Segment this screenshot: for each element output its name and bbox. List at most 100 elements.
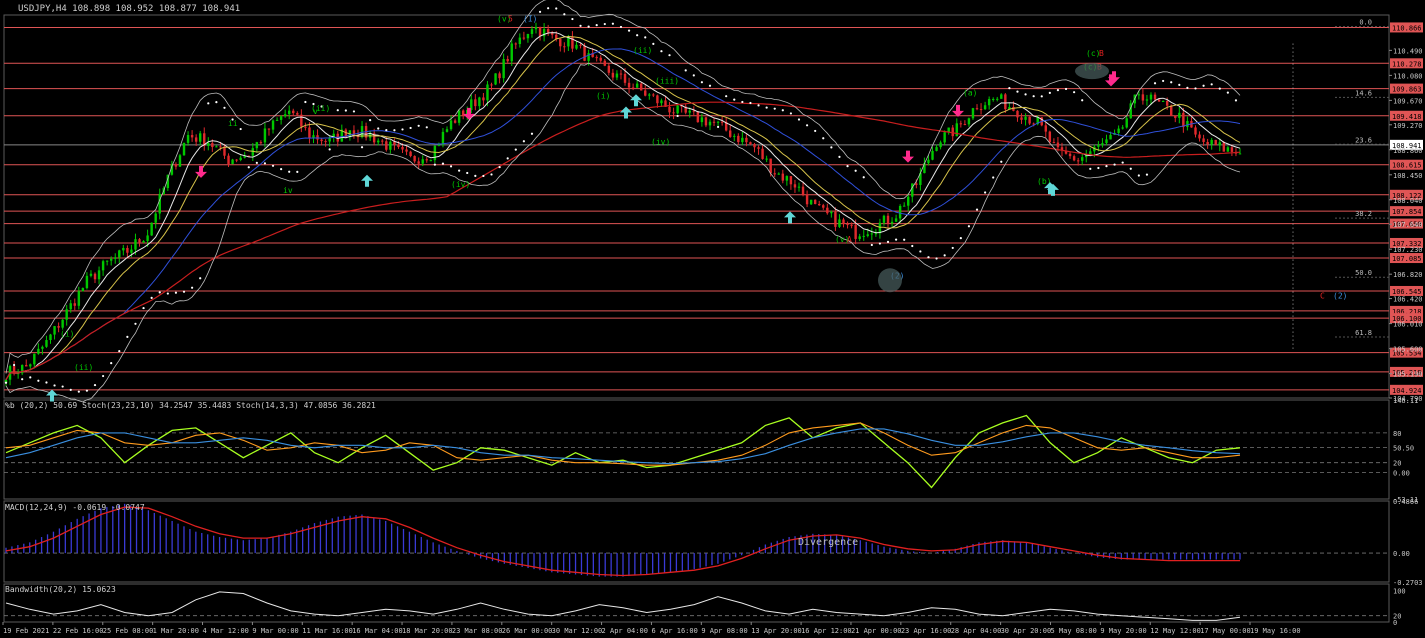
x-axis-label: 19 Feb 2021 (3, 627, 49, 635)
psar-dot (255, 161, 258, 164)
candle-body (712, 121, 716, 123)
candle-body (1218, 142, 1221, 146)
macd-title: MACD(12,24,9) -0.0619 -0.0747 (5, 503, 145, 512)
psar-dot (692, 74, 695, 77)
macd-axis-tick-label: -0.2703 (1393, 579, 1423, 587)
candle-body (733, 135, 736, 137)
candle-body (797, 186, 801, 188)
psar-dot (822, 137, 825, 140)
candle-body (886, 215, 890, 224)
candle-body (1048, 131, 1052, 143)
candle-body (474, 99, 477, 107)
candle-body (154, 213, 157, 223)
psar-dot (644, 36, 647, 39)
psar-dot (369, 119, 372, 122)
psar-dot (627, 29, 631, 32)
psar-dot (870, 243, 873, 247)
candle-body (296, 113, 299, 115)
psar-dot (466, 171, 469, 175)
candle-body (33, 353, 36, 365)
candle-body (862, 235, 865, 237)
candle-body (983, 105, 987, 110)
candle-body (25, 365, 28, 367)
stoch-axis-tick-label: 80 (1393, 430, 1401, 438)
candle-body (607, 65, 611, 73)
candle-body (425, 159, 428, 161)
psar-dot (878, 242, 882, 245)
wave-label: (iv) (451, 180, 470, 189)
candle-body (1170, 105, 1173, 116)
candle-body (1210, 139, 1213, 145)
psar-dot (563, 13, 566, 16)
psar-dot (1081, 99, 1084, 102)
candle-body (1097, 145, 1100, 147)
psar-dot (29, 376, 32, 379)
psar-dot (85, 389, 89, 392)
candle-body (518, 37, 522, 45)
psar-dot (207, 102, 210, 105)
price-axis-tick-label: 110.080 (1393, 72, 1423, 80)
psar-dot (417, 124, 420, 127)
candle-body (12, 366, 16, 374)
candle-body (1145, 99, 1149, 101)
psar-dot (636, 34, 639, 37)
candle-body (834, 211, 837, 227)
candle-body (211, 143, 214, 147)
macd-axis-tick-label: 0.4866 (1393, 498, 1418, 506)
price-axis-tick-label: 107.640 (1393, 221, 1423, 229)
candle-body (951, 127, 954, 137)
psar-dot (1056, 89, 1060, 92)
psar-dot (377, 127, 380, 130)
psar-dot (150, 296, 153, 299)
psar-dot (118, 349, 121, 353)
psar-dot (579, 24, 582, 27)
psar-dot (239, 127, 242, 131)
psar-dot (482, 174, 485, 178)
macd-axis-tick-label: 0.00 (1393, 550, 1410, 558)
candle-body (595, 57, 598, 59)
x-axis-label: 18 Mar 20:00 (402, 627, 453, 635)
candle-body (644, 90, 647, 96)
candle-body (793, 184, 797, 188)
candle-body (745, 137, 748, 143)
psar-dot (328, 148, 331, 151)
stoch-axis-tick-label: 20 (1393, 460, 1401, 468)
price-axis-tick-label: 108.450 (1393, 172, 1423, 180)
x-axis-label: 11 Mar 16:00 (302, 627, 353, 635)
candle-body (279, 116, 283, 120)
candle-body (429, 160, 433, 162)
candle-body (498, 73, 501, 79)
candle-body (101, 261, 105, 271)
price-axis-tick-label: 109.270 (1393, 122, 1423, 130)
x-axis-label: 22 Feb 16:00 (53, 627, 104, 635)
psar-dot (911, 244, 914, 248)
candle-body (41, 346, 44, 349)
wave-label: B (1099, 49, 1104, 58)
psar-dot (1210, 83, 1213, 86)
candle-body (49, 334, 52, 341)
candle-body (967, 118, 971, 125)
candle-body (526, 33, 530, 39)
candle-body (77, 291, 81, 306)
candle-body (546, 29, 550, 33)
fib-level-label: 0.0 (1359, 19, 1372, 27)
psar-dot (174, 291, 178, 294)
psar-dot (992, 176, 995, 179)
wave-label: ii (228, 119, 238, 128)
candle-body (809, 199, 813, 205)
psar-dot (984, 191, 987, 194)
candle-body (510, 43, 513, 62)
chart-canvas[interactable]: 0.014.623.638.250.061.8(v)5 (I)(ii)(iii)(… (0, 0, 1425, 638)
psar-dot (1186, 86, 1189, 89)
psar-dot (490, 173, 493, 176)
candle-body (1117, 128, 1120, 133)
candle-body (271, 120, 275, 130)
candle-body (538, 26, 542, 37)
psar-dot (280, 167, 283, 171)
candle-body (911, 183, 914, 197)
candle-body (619, 73, 623, 75)
psar-dot (805, 124, 809, 127)
candle-body (696, 111, 700, 123)
candle-body (822, 205, 825, 208)
candle-body (142, 241, 145, 243)
